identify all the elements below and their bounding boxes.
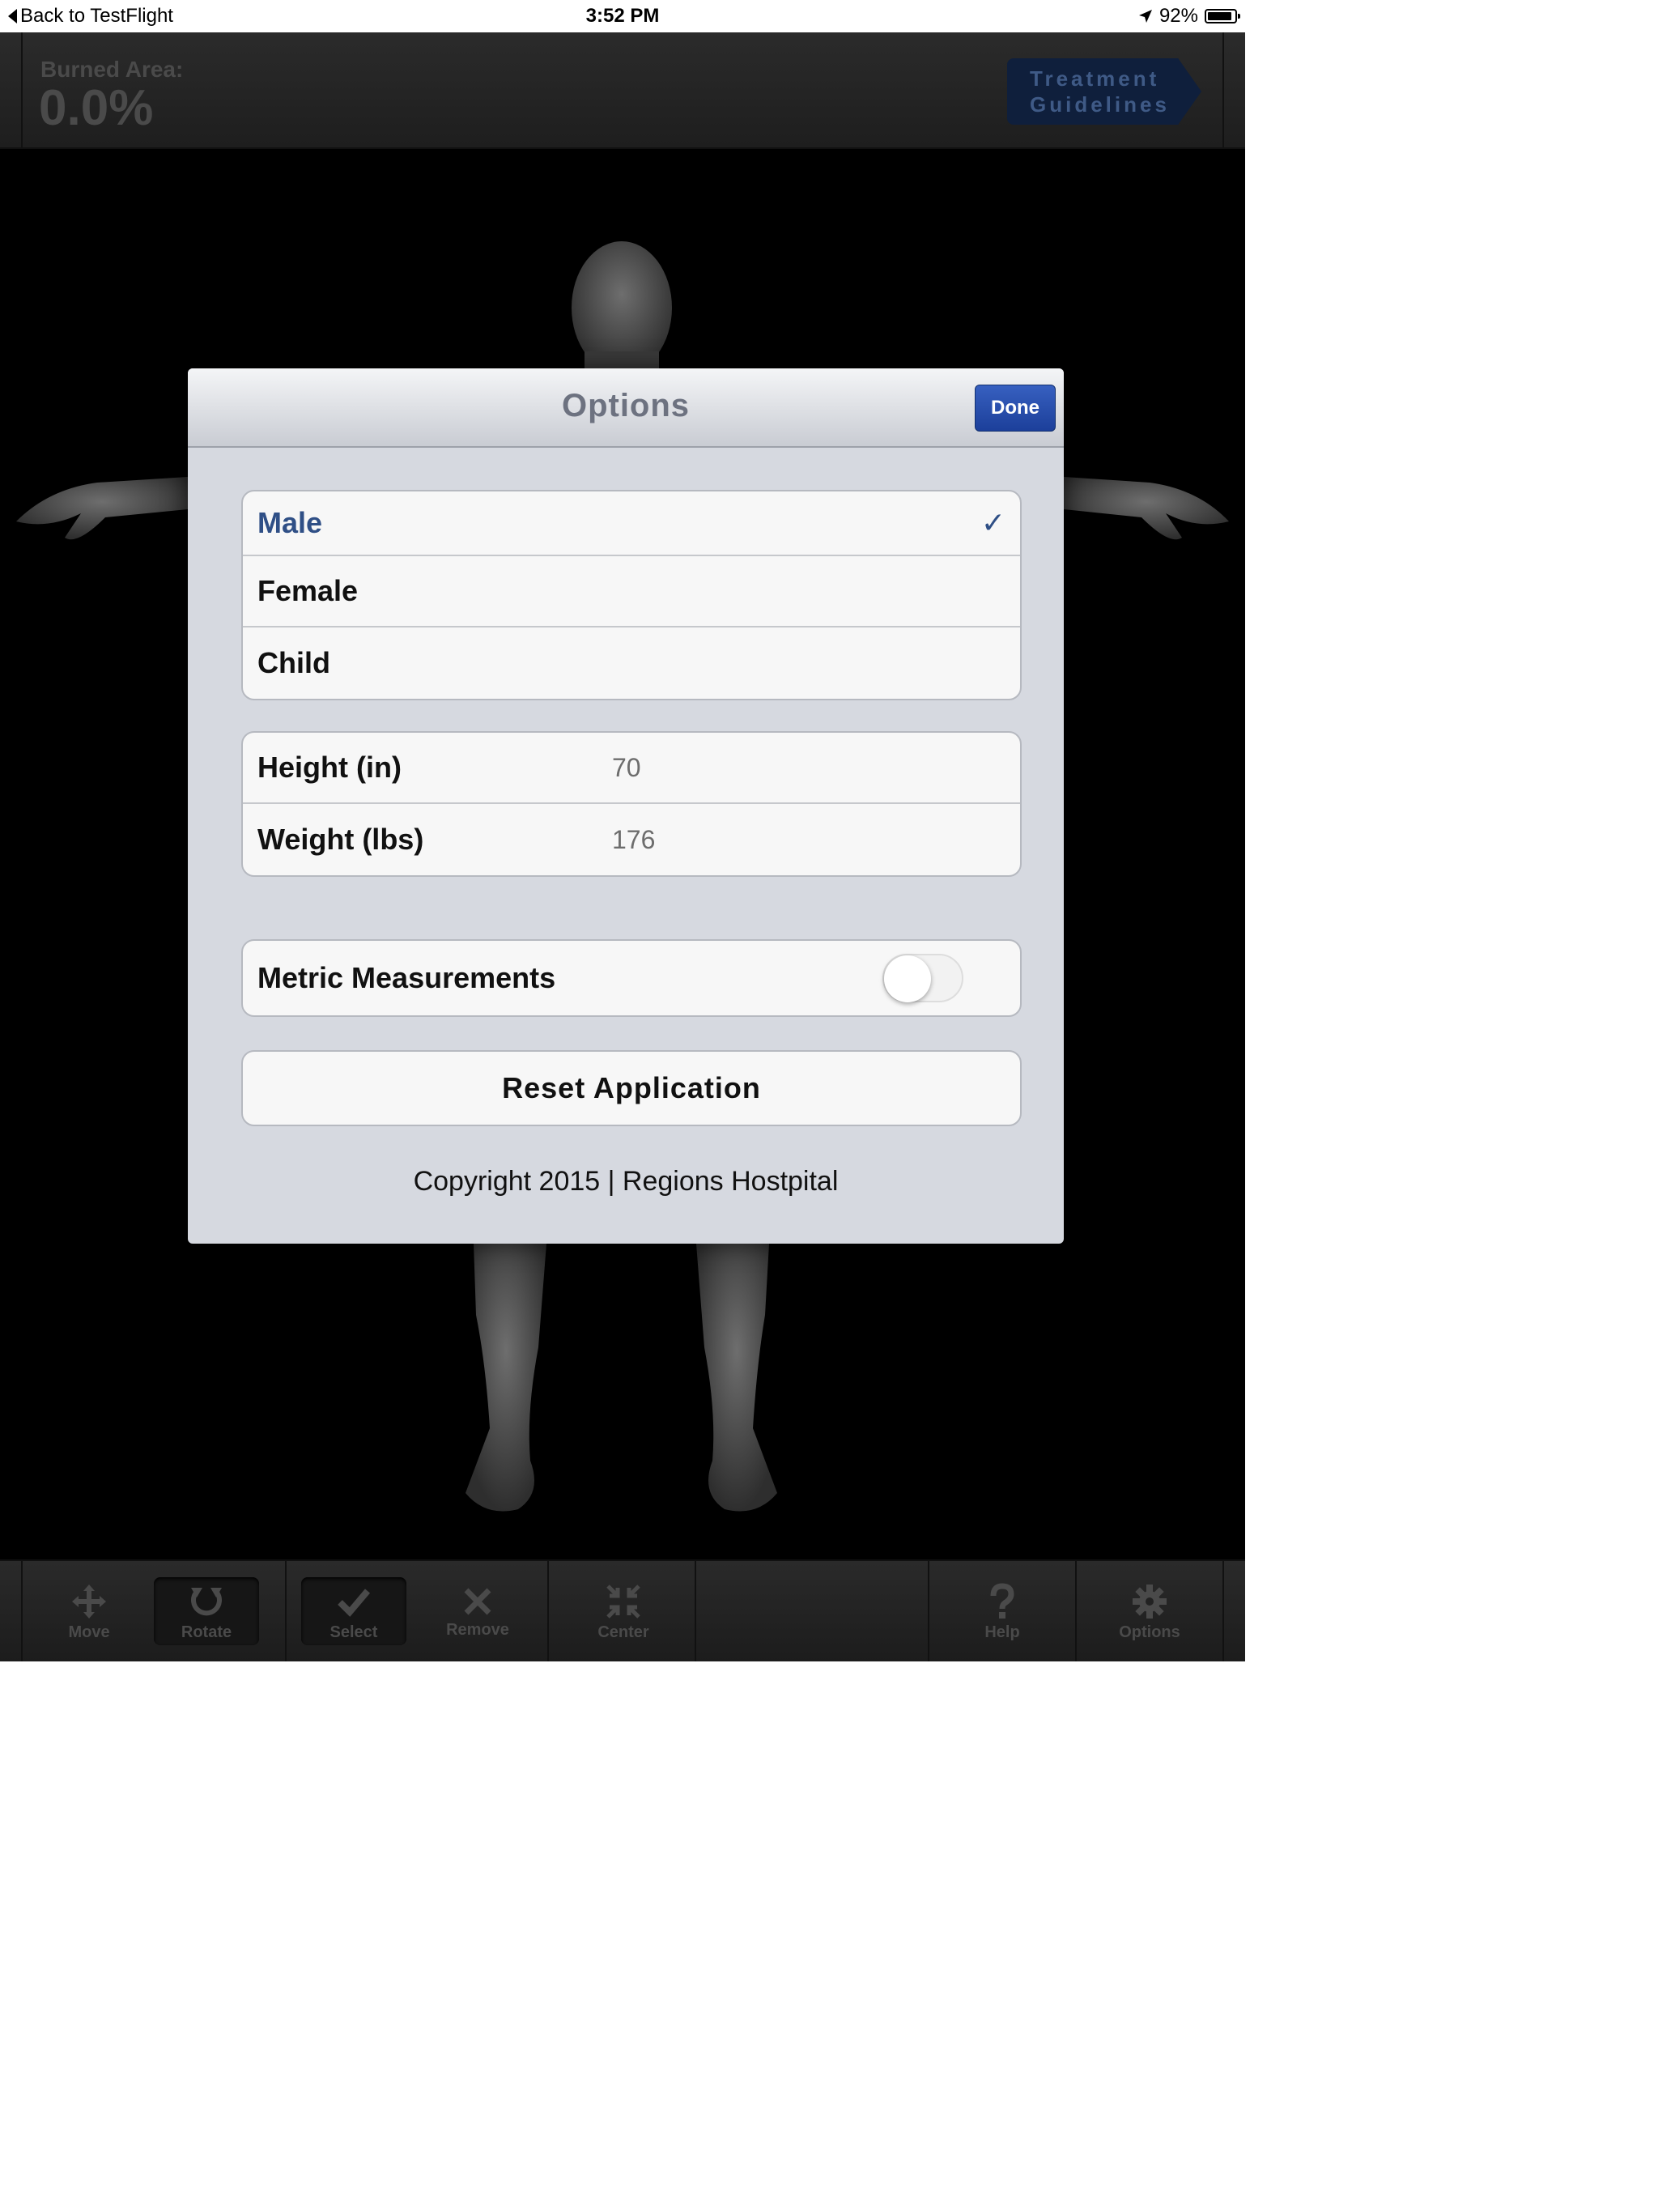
toolbar-help-label: Help xyxy=(984,1623,1020,1641)
figure-left-leg xyxy=(466,1244,546,1512)
body-type-female[interactable]: Female xyxy=(243,556,1020,627)
gear-icon xyxy=(1133,1584,1167,1619)
toolbar-separator xyxy=(928,1561,929,1661)
modal-title: Options xyxy=(561,388,691,423)
weight-value[interactable]: 176 xyxy=(612,825,655,855)
toolbar-center-button[interactable]: Center xyxy=(583,1561,664,1661)
rotate-icon xyxy=(191,1587,222,1615)
toolbar-rotate-button[interactable]: Rotate xyxy=(162,1561,251,1661)
metric-group: Metric Measurements xyxy=(241,939,1022,1017)
battery-percent: 92% xyxy=(1158,5,1198,27)
body-type-label: Male xyxy=(257,506,323,539)
metric-row: Metric Measurements xyxy=(243,941,1020,1015)
burned-area-value: 0.0% xyxy=(39,80,154,136)
toolbar-separator xyxy=(547,1561,549,1661)
toolbar-separator xyxy=(21,1561,23,1661)
top-bar: Burned Area: 0.0% Treatment Guidelines xyxy=(0,32,1245,149)
status-right: 92% xyxy=(1138,5,1240,28)
toolbar-options-button[interactable]: Options xyxy=(1109,1561,1190,1661)
options-modal: Options Done Male ✓ Female Child Height … xyxy=(188,368,1064,1244)
toolbar-select-label: Select xyxy=(329,1623,378,1641)
bottom-toolbar: Move Rotate Select Remove Center Help Op… xyxy=(0,1559,1245,1661)
toolbar-separator xyxy=(695,1561,696,1661)
reset-group: Reset Application xyxy=(241,1050,1022,1126)
toolbar-separator xyxy=(1075,1561,1077,1661)
body-type-child[interactable]: Child xyxy=(243,627,1020,699)
status-time: 3:52 PM xyxy=(585,5,660,27)
x-icon xyxy=(464,1588,491,1614)
modal-header: Options Done xyxy=(188,368,1064,448)
back-arrow-icon xyxy=(8,9,17,23)
question-mark-icon xyxy=(990,1582,1014,1619)
weight-row[interactable]: Weight (lbs) 176 xyxy=(243,804,1020,875)
top-bar-left-edge xyxy=(21,32,23,147)
metric-toggle-knob xyxy=(884,955,931,1002)
checkmark-icon xyxy=(338,1588,371,1617)
move-arrows-icon xyxy=(72,1584,106,1619)
height-label: Height (in) xyxy=(257,751,402,784)
battery-fill xyxy=(1208,12,1232,20)
reset-application-button[interactable]: Reset Application xyxy=(243,1052,1020,1125)
back-label: Back to TestFlight xyxy=(20,5,173,27)
toolbar-help-button[interactable]: Help xyxy=(962,1561,1043,1661)
copyright-text: Copyright 2015 | Regions Hostpital xyxy=(413,1166,839,1197)
toolbar-remove-label: Remove xyxy=(446,1620,509,1639)
toolbar-separator xyxy=(1222,1561,1224,1661)
toolbar-separator xyxy=(285,1561,287,1661)
height-row[interactable]: Height (in) 70 xyxy=(243,733,1020,804)
toolbar-move-button[interactable]: Move xyxy=(49,1561,130,1661)
toolbar-rotate-label: Rotate xyxy=(181,1623,232,1641)
app-screen: Back to TestFlight 3:52 PM 92% Burned Ar… xyxy=(0,0,1245,1661)
center-compress-icon xyxy=(606,1584,640,1619)
figure-left-arm xyxy=(16,477,188,540)
top-bar-right-edge xyxy=(1222,32,1224,147)
location-arrow-icon xyxy=(1138,10,1152,23)
checkmark-icon: ✓ xyxy=(980,506,1005,539)
height-value[interactable]: 70 xyxy=(612,753,641,783)
body-type-male[interactable]: Male ✓ xyxy=(243,491,1020,556)
toolbar-options-label: Options xyxy=(1119,1623,1180,1641)
battery-icon xyxy=(1205,9,1240,23)
toolbar-remove-button[interactable]: Remove xyxy=(437,1561,518,1661)
toolbar-select-button[interactable]: Select xyxy=(309,1561,398,1661)
treatment-guidelines-button[interactable]: Treatment Guidelines xyxy=(1007,58,1201,125)
treatment-line1: Treatment xyxy=(1030,66,1160,91)
weight-label: Weight (lbs) xyxy=(257,823,424,856)
toolbar-center-label: Center xyxy=(597,1623,649,1641)
figure-right-leg xyxy=(696,1244,777,1512)
body-type-label: Female xyxy=(257,574,359,607)
metric-toggle[interactable] xyxy=(882,954,963,1002)
back-to-testflight-link[interactable]: Back to TestFlight xyxy=(8,5,173,28)
done-button[interactable]: Done xyxy=(975,385,1056,432)
toolbar-move-label: Move xyxy=(68,1623,110,1641)
body-type-group: Male ✓ Female Child xyxy=(241,490,1022,700)
body-type-label: Child xyxy=(257,646,330,679)
treatment-line2: Guidelines xyxy=(1030,92,1170,117)
figure-right-arm xyxy=(1064,477,1229,540)
measurements-group: Height (in) 70 Weight (lbs) 176 xyxy=(241,731,1022,877)
metric-label: Metric Measurements xyxy=(257,961,556,994)
status-bar: Back to TestFlight 3:52 PM 92% xyxy=(0,0,1245,32)
